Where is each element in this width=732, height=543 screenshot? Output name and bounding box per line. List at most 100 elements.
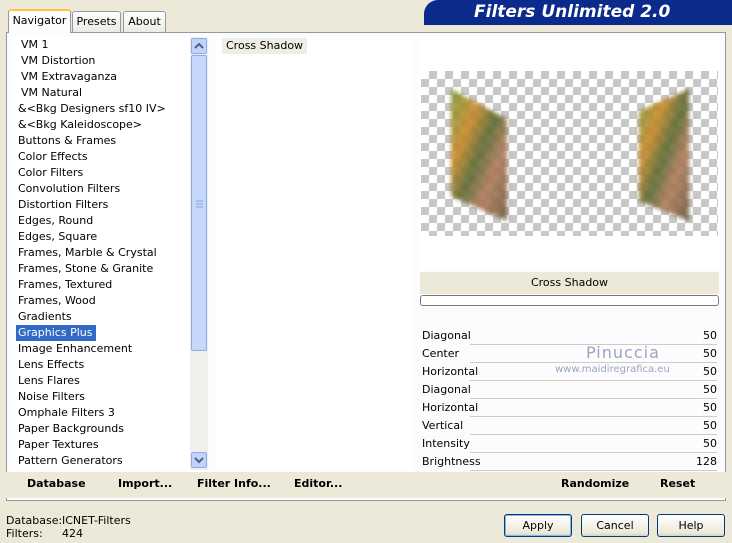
param-row[interactable]: Vertical 50 xyxy=(420,417,719,435)
tab-presets[interactable]: Presets xyxy=(72,11,121,32)
filter-list[interactable]: VM 1 VM Distortion VM Extravaganza VM Natur… xyxy=(12,37,189,470)
scroll-down-button[interactable] xyxy=(191,452,207,468)
filter-list-item[interactable]: Omphale Filters 3 xyxy=(12,405,189,421)
filter-list-item[interactable]: Frames, Wood xyxy=(12,293,189,309)
filter-list-item-label: Pattern Generators xyxy=(18,454,123,467)
param-label: Center xyxy=(422,347,460,360)
filter-list-item-label: Graphics Plus xyxy=(16,325,97,341)
database-button[interactable]: Database xyxy=(27,477,86,490)
preview-artwork xyxy=(451,89,689,221)
param-label: Diagonal xyxy=(422,329,471,342)
filter-list-item-label: Color Effects xyxy=(18,150,88,163)
filter-list-item[interactable]: &<Bkg Kaleidoscope> xyxy=(12,117,189,133)
progress-bar xyxy=(420,295,719,306)
app-title-banner: Filters Unlimited 2.0 xyxy=(424,0,732,25)
filter-list-item[interactable]: Lens Flares xyxy=(12,373,189,389)
filter-list-item-label: Lens Flares xyxy=(18,374,80,387)
effect-item[interactable]: Cross Shadow xyxy=(222,38,308,54)
filter-list-item[interactable]: Frames, Textured xyxy=(12,277,189,293)
param-row[interactable]: Horizontal 50 xyxy=(420,399,719,417)
filter-list-item[interactable]: &<Bkg Designers sf10 IV> xyxy=(12,101,189,117)
chevron-down-icon xyxy=(194,457,204,464)
status-database-label: Database: xyxy=(6,514,63,527)
param-row[interactable]: Diagonal 50 xyxy=(420,327,719,345)
filter-list-item-label: Lens Effects xyxy=(18,358,85,371)
filter-list-item[interactable]: Pattern Generators xyxy=(12,453,189,469)
filter-list-item-label: &<Bkg Kaleidoscope> xyxy=(18,118,143,131)
filter-list-item[interactable]: Frames, Stone & Granite xyxy=(12,261,189,277)
filter-list-item-label: Color Filters xyxy=(18,166,84,179)
scroll-thumb[interactable] xyxy=(191,55,207,351)
param-value: 50 xyxy=(703,383,717,396)
cancel-button[interactable]: Cancel xyxy=(581,514,649,537)
filter-list-item-label: VM 1 xyxy=(21,38,49,51)
filter-list-item[interactable]: VM Natural xyxy=(12,85,189,101)
filter-list-item-label: Convolution Filters xyxy=(18,182,121,195)
filter-list-item-label: VM Distortion xyxy=(21,54,96,67)
filter-list-item[interactable]: Image Enhancement xyxy=(12,341,189,357)
filter-list-item-label: Omphale Filters 3 xyxy=(18,406,115,419)
filter-list-item-label: Frames, Textured xyxy=(18,278,113,291)
filter-list-item[interactable]: Graphics Plus xyxy=(12,325,189,341)
filter-list-item[interactable]: Paper Backgrounds xyxy=(12,421,189,437)
param-value: 50 xyxy=(703,401,717,414)
param-label: Horizontal xyxy=(422,365,479,378)
param-label: Intensity xyxy=(422,437,470,450)
param-slider[interactable] xyxy=(470,470,717,471)
filter-list-item[interactable]: Edges, Round xyxy=(12,213,189,229)
app-title: Filters Unlimited 2.0 xyxy=(474,2,671,22)
randomize-button[interactable]: Randomize xyxy=(561,477,629,490)
help-button[interactable]: Help xyxy=(657,514,725,537)
watermark-name: Pinuccia xyxy=(586,343,660,362)
param-row[interactable]: Intensity 50 xyxy=(420,435,719,453)
status-filters-value: 424 xyxy=(62,527,83,540)
filter-list-item[interactable]: Noise Filters xyxy=(12,389,189,405)
param-value: 50 xyxy=(703,347,717,360)
filter-info-button[interactable]: Filter Info... xyxy=(197,477,271,490)
param-label: Horizontal xyxy=(422,401,479,414)
param-label: Brightness xyxy=(422,455,481,468)
grip-icon xyxy=(196,200,203,208)
apply-button[interactable]: Apply xyxy=(504,514,572,537)
filter-list-item[interactable]: Edges, Square xyxy=(12,229,189,245)
scroll-up-button[interactable] xyxy=(191,38,207,54)
filter-list-scrollbar[interactable] xyxy=(190,37,208,470)
filter-list-item[interactable]: VM Extravaganza xyxy=(12,69,189,85)
filter-list-item-label: Frames, Marble & Crystal xyxy=(18,246,157,259)
param-row[interactable]: Brightness 128 xyxy=(420,453,719,471)
filter-list-item[interactable]: Paper Textures xyxy=(12,437,189,453)
filter-list-item[interactable]: Gradients xyxy=(12,309,189,325)
filter-list-item-label: Distortion Filters xyxy=(18,198,109,211)
tab-navigator[interactable]: Navigator xyxy=(8,9,71,33)
param-row[interactable]: Center 50 xyxy=(420,345,719,363)
filter-list-item[interactable]: Frames, Marble & Crystal xyxy=(12,245,189,261)
filter-list-item[interactable]: VM Distortion xyxy=(12,53,189,69)
reset-button[interactable]: Reset xyxy=(660,477,695,490)
filter-list-item-label: VM Natural xyxy=(21,86,83,99)
filter-list-item-label: Image Enhancement xyxy=(18,342,133,355)
tab-about[interactable]: About xyxy=(123,11,166,32)
watermark-url: www.maidiregrafica.eu xyxy=(555,364,670,375)
param-value: 50 xyxy=(703,329,717,342)
filter-list-item[interactable]: Lens Effects xyxy=(12,357,189,373)
param-label: Diagonal xyxy=(422,383,471,396)
filter-list-item-label: Edges, Round xyxy=(18,214,94,227)
filter-list-item-label: Gradients xyxy=(18,310,72,323)
effect-title-bar: Cross Shadow xyxy=(420,272,719,294)
filter-list-item[interactable]: Buttons & Frames xyxy=(12,133,189,149)
filter-list-item-label: Frames, Stone & Granite xyxy=(18,262,154,275)
param-row[interactable]: Diagonal 50 xyxy=(420,381,719,399)
import-button[interactable]: Import... xyxy=(118,477,172,490)
filter-list-item[interactable]: Color Effects xyxy=(12,149,189,165)
status-database-value: ICNET-Filters xyxy=(62,514,131,527)
param-value: 128 xyxy=(696,455,717,468)
status-filters-label: Filters: xyxy=(6,527,43,540)
filter-list-item-label: Paper Textures xyxy=(18,438,99,451)
filter-list-item[interactable]: Convolution Filters xyxy=(12,181,189,197)
filter-list-item[interactable]: Distortion Filters xyxy=(12,197,189,213)
param-value: 50 xyxy=(703,365,717,378)
editor-button[interactable]: Editor... xyxy=(294,477,342,490)
filter-list-item[interactable]: Color Filters xyxy=(12,165,189,181)
filter-list-item[interactable]: VM 1 xyxy=(12,37,189,53)
filter-list-item-label: Paper Backgrounds xyxy=(18,422,125,435)
